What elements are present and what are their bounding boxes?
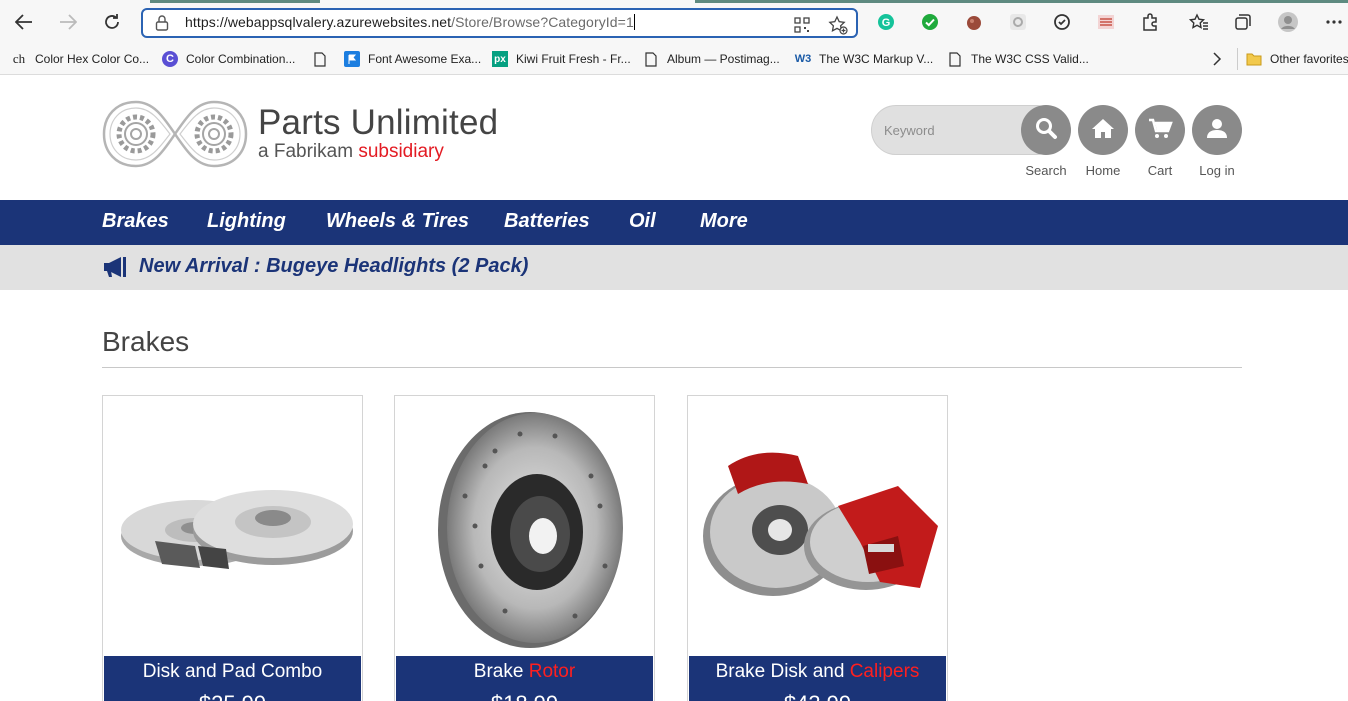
other-favorites-folder[interactable]: Other favorites xyxy=(1246,48,1348,70)
more-menu-icon[interactable] xyxy=(1323,11,1345,33)
divider xyxy=(102,367,1242,368)
product-name[interactable]: Brake Disk and Calipers xyxy=(689,661,946,683)
extensions-puzzle-icon[interactable] xyxy=(1139,11,1161,33)
qr-code-icon[interactable] xyxy=(791,14,813,36)
bookmark-w3c-css[interactable]: The W3C CSS Valid... xyxy=(947,48,1089,70)
product-caption[interactable]: Disk and Pad Combo $25.99 xyxy=(104,656,361,701)
page-icon xyxy=(312,51,328,67)
tab-accent xyxy=(695,0,1348,3)
search-button[interactable] xyxy=(1021,105,1071,155)
category-nav: Brakes Lighting Wheels & Tires Batteries… xyxy=(0,200,1348,245)
user-icon xyxy=(1205,116,1229,145)
brand-subtitle: a Fabrikam subsidiary xyxy=(258,141,444,162)
profile-avatar-icon[interactable] xyxy=(1277,11,1299,33)
home-button[interactable] xyxy=(1078,105,1128,155)
checkmark-extension-icon[interactable] xyxy=(919,11,941,33)
nav-wheels-tires[interactable]: Wheels & Tires xyxy=(326,210,469,233)
web-developer-extension-icon[interactable] xyxy=(1095,11,1117,33)
search-input[interactable] xyxy=(884,119,1014,141)
product-name[interactable]: Disk and Pad Combo xyxy=(104,661,361,683)
bookmark-font-awesome[interactable]: Font Awesome Exa... xyxy=(344,48,481,70)
product-caption[interactable]: Brake Disk and Calipers $43.99 xyxy=(689,656,946,701)
announcement-bar: New Arrival : Bugeye Headlights (2 Pack) xyxy=(0,245,1348,290)
sync-extension-icon[interactable] xyxy=(1051,11,1073,33)
back-icon[interactable] xyxy=(10,8,38,36)
product-image-brake-disk-calipers[interactable] xyxy=(688,396,947,655)
product-name[interactable]: Brake Rotor xyxy=(396,661,653,683)
cart-label[interactable]: Cart xyxy=(1130,163,1190,178)
flag-icon xyxy=(344,51,360,67)
chevron-right-icon[interactable] xyxy=(1212,48,1222,70)
announcement-link[interactable]: New Arrival : Bugeye Headlights (2 Pack) xyxy=(139,255,528,278)
web-page: Parts Unlimited a Fabrikam subsidiary Se… xyxy=(0,75,1348,701)
product-price: $43.99 xyxy=(689,691,946,701)
nav-oil[interactable]: Oil xyxy=(629,210,656,233)
page-title: Brakes xyxy=(102,326,190,357)
address-bar[interactable]: https://webappsqlvalery.azurewebsites.ne… xyxy=(141,8,858,38)
search-icon xyxy=(1034,116,1058,145)
product-price: $18.99 xyxy=(396,691,653,701)
login-button[interactable] xyxy=(1192,105,1242,155)
product-price: $25.99 xyxy=(104,691,361,701)
cart-icon xyxy=(1147,116,1173,145)
bookmark-w3c-markup[interactable]: W3 The W3C Markup V... xyxy=(795,48,934,70)
nav-brakes[interactable]: Brakes xyxy=(102,210,169,233)
grammarly-icon[interactable]: G xyxy=(875,11,897,33)
nav-more[interactable]: More xyxy=(700,210,748,233)
tab-accent xyxy=(150,0,320,3)
page-icon xyxy=(643,51,659,67)
gear-extension-icon[interactable] xyxy=(1007,11,1029,33)
product-card[interactable]: Disk and Pad Combo $25.99 xyxy=(102,395,363,701)
login-label[interactable]: Log in xyxy=(1187,163,1247,178)
nav-lighting[interactable]: Lighting xyxy=(207,210,286,233)
nav-batteries[interactable]: Batteries xyxy=(504,210,590,233)
product-image-brake-rotor[interactable] xyxy=(395,396,654,655)
lock-icon[interactable] xyxy=(155,14,169,37)
bookmark-color-combination[interactable]: C Color Combination... xyxy=(162,48,295,70)
bookmark-album-postimage[interactable]: Album — Postimag... xyxy=(643,48,780,70)
home-label[interactable]: Home xyxy=(1073,163,1133,178)
product-card[interactable]: Brake Disk and Calipers $43.99 xyxy=(687,395,948,701)
favorites-icon[interactable] xyxy=(1188,11,1210,33)
svg-text:G: G xyxy=(882,17,891,29)
color-picker-extension-icon[interactable] xyxy=(963,11,985,33)
search-label[interactable]: Search xyxy=(1016,163,1076,178)
product-caption[interactable]: Brake Rotor $18.99 xyxy=(396,656,653,701)
megaphone-icon xyxy=(102,256,128,283)
bookmark-color-hex[interactable]: ch Color Hex Color Co... xyxy=(11,48,149,70)
brand-title: Parts Unlimited xyxy=(258,103,499,142)
url-text[interactable]: https://webappsqlvalery.azurewebsites.ne… xyxy=(185,14,635,30)
home-icon xyxy=(1090,116,1116,145)
add-favorite-icon[interactable] xyxy=(827,14,849,36)
browser-toolbar: https://webappsqlvalery.azurewebsites.ne… xyxy=(0,0,1348,44)
collections-icon[interactable] xyxy=(1232,11,1254,33)
favorites-bar: ch Color Hex Color Co... C Color Combina… xyxy=(0,44,1348,75)
parts-unlimited-logo[interactable] xyxy=(102,100,248,168)
page-icon xyxy=(947,51,963,67)
bookmark-kiwi-fruit[interactable]: px Kiwi Fruit Fresh - Fr... xyxy=(492,48,631,70)
refresh-icon[interactable] xyxy=(98,8,126,36)
divider xyxy=(1237,48,1238,70)
cart-button[interactable] xyxy=(1135,105,1185,155)
product-image-disk-pad-combo[interactable] xyxy=(103,396,362,655)
forward-icon[interactable] xyxy=(54,8,82,36)
product-card[interactable]: Brake Rotor $18.99 xyxy=(394,395,655,701)
bookmark-page-icon[interactable] xyxy=(312,48,336,70)
folder-icon xyxy=(1246,51,1262,67)
